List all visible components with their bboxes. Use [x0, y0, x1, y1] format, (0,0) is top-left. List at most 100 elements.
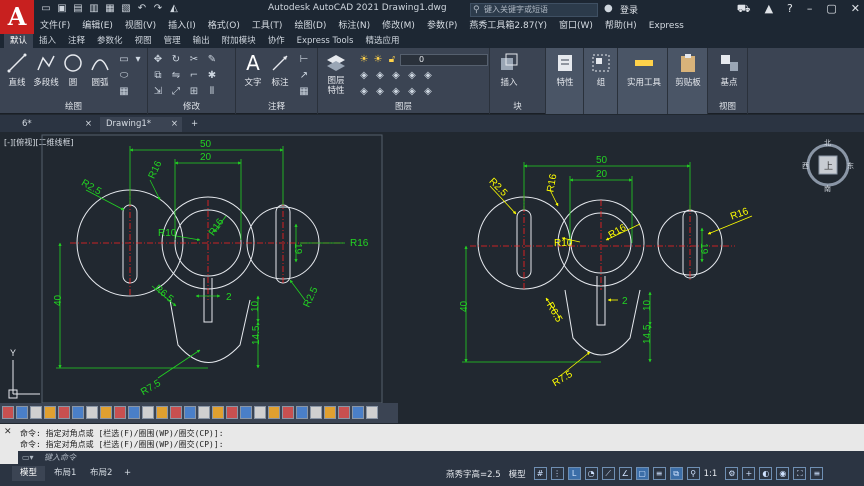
- redo-icon[interactable]: ↷: [152, 3, 164, 15]
- lineweight-icon[interactable]: ≡: [652, 467, 666, 480]
- search-input[interactable]: ⚲ 键入关键字或短语: [470, 3, 598, 17]
- dim-tool-button[interactable]: [324, 406, 336, 419]
- layer-on-icon[interactable]: ☀: [358, 54, 370, 66]
- block-group-title[interactable]: 块: [490, 100, 545, 112]
- insert-block-button[interactable]: 插入: [496, 52, 522, 88]
- close-button[interactable]: ✕: [851, 2, 860, 17]
- menu-item[interactable]: 编辑(E): [76, 18, 119, 34]
- layout-tab-layout2[interactable]: 布局2: [82, 466, 120, 481]
- dim-tool-button[interactable]: [198, 406, 210, 419]
- layer-uniso-icon[interactable]: ◈: [406, 70, 418, 82]
- dim-tool-button[interactable]: [72, 406, 84, 419]
- stretch-icon[interactable]: ⇲: [152, 86, 164, 98]
- application-menu-button[interactable]: A: [0, 0, 34, 34]
- model-space-button[interactable]: 模型: [509, 468, 526, 480]
- utilities-button[interactable]: 实用工具: [624, 52, 664, 88]
- viewcube-west[interactable]: 西: [802, 162, 809, 170]
- rectangle-icon[interactable]: ▭: [118, 54, 130, 66]
- hardware-accel-icon[interactable]: ◐: [759, 467, 773, 480]
- ribbon-tab[interactable]: 插入: [33, 34, 62, 48]
- osnap-icon[interactable]: ▢: [635, 467, 649, 480]
- cart-icon[interactable]: ⛟: [737, 2, 751, 17]
- viewcube-face[interactable]: 上: [824, 161, 833, 172]
- dim-tool-button[interactable]: [30, 406, 42, 419]
- layer-iso-icon[interactable]: ◈: [390, 70, 402, 82]
- view-group-title[interactable]: 视图: [708, 100, 747, 112]
- connect-icon[interactable]: ▲: [765, 2, 773, 17]
- close-tab-icon[interactable]: ×: [85, 117, 92, 132]
- menu-item[interactable]: 修改(M): [376, 18, 421, 34]
- ortho-icon[interactable]: L: [567, 467, 581, 480]
- dim-tool-button[interactable]: [352, 406, 364, 419]
- erase-icon[interactable]: ✎: [206, 54, 218, 66]
- file-tab-drawing1[interactable]: Drawing1* ×: [100, 117, 182, 132]
- login-button[interactable]: 登录: [620, 3, 638, 16]
- viewcube-south[interactable]: 南: [824, 184, 831, 193]
- array-icon[interactable]: ⊞: [188, 86, 200, 98]
- text-button[interactable]: A 文字: [242, 52, 264, 88]
- layer-lock-icon[interactable]: 🔓︎: [386, 54, 398, 66]
- menu-item[interactable]: 参数(P): [421, 18, 463, 34]
- modify-group-title[interactable]: 修改: [148, 100, 235, 112]
- ribbon-tab[interactable]: 默认: [4, 34, 34, 48]
- layer-merge-icon[interactable]: ◈: [374, 86, 386, 98]
- share-icon[interactable]: ◭: [168, 3, 180, 15]
- dim-tool-button[interactable]: [296, 406, 308, 419]
- scale-readout[interactable]: 1:1: [704, 469, 718, 479]
- offset-icon[interactable]: ⫴: [206, 86, 218, 98]
- explode-icon[interactable]: ✱: [206, 70, 218, 82]
- close-command-icon[interactable]: ✕: [4, 427, 12, 437]
- properties-button[interactable]: 特性: [552, 52, 578, 88]
- dim-tool-button[interactable]: [156, 406, 168, 419]
- text-height-readout[interactable]: 燕秀字高=2.5: [446, 468, 501, 480]
- dim-tool-button[interactable]: [184, 406, 196, 419]
- layer-freeze-icon[interactable]: ☀: [372, 54, 384, 66]
- file-tab-6[interactable]: 6* ×: [16, 117, 96, 132]
- layer-match-icon[interactable]: ◈: [358, 70, 370, 82]
- ribbon-tab[interactable]: 输出: [187, 34, 216, 48]
- dim-tool-button[interactable]: [170, 406, 182, 419]
- settings-icon[interactable]: ⚙: [725, 467, 739, 480]
- fullscreen-icon[interactable]: ⛶: [793, 467, 807, 480]
- viewcube-north[interactable]: 北: [824, 139, 831, 147]
- help-icon[interactable]: ?: [787, 2, 793, 17]
- dim-tool-button[interactable]: [226, 406, 238, 419]
- clipboard-button[interactable]: 剪贴板: [672, 52, 704, 88]
- layout-tab-layout1[interactable]: 布局1: [46, 466, 84, 481]
- dim-tool-button[interactable]: [86, 406, 98, 419]
- menu-item[interactable]: 燕秀工具箱2.87(Y): [463, 18, 553, 34]
- circle-button[interactable]: 圆: [62, 52, 84, 88]
- ribbon-tab[interactable]: 精选应用: [359, 34, 405, 48]
- viewcube[interactable]: 上 北 南 东 西: [802, 139, 854, 193]
- move-icon[interactable]: ✥: [152, 54, 164, 66]
- dim-tool-button[interactable]: [16, 406, 28, 419]
- scale-icon[interactable]: ⤢: [170, 86, 182, 98]
- save-icon[interactable]: ▤: [72, 3, 84, 15]
- layout-tab-model[interactable]: 模型: [12, 466, 46, 481]
- print-icon[interactable]: ▧: [120, 3, 132, 15]
- menu-item[interactable]: 窗口(W): [553, 18, 599, 34]
- copy-icon[interactable]: ⧉: [152, 70, 164, 82]
- minimize-button[interactable]: –: [807, 2, 813, 17]
- menu-item[interactable]: Express: [643, 18, 690, 34]
- menu-item[interactable]: 视图(V): [119, 18, 162, 34]
- ribbon-tab[interactable]: 注释: [62, 34, 91, 48]
- line-button[interactable]: 直线: [4, 52, 30, 88]
- ribbon-tab[interactable]: 参数化: [91, 34, 129, 48]
- layers-group-title[interactable]: 图层: [318, 100, 489, 112]
- dim-tool-button[interactable]: [44, 406, 56, 419]
- ribbon-tab[interactable]: 视图: [129, 34, 158, 48]
- menu-item[interactable]: 绘图(D): [288, 18, 332, 34]
- ribbon-tab[interactable]: 管理: [158, 34, 187, 48]
- undo-icon[interactable]: ↶: [136, 3, 148, 15]
- annotation-scale-icon[interactable]: ⚲: [686, 467, 700, 480]
- mirror-icon[interactable]: ⇋: [170, 70, 182, 82]
- maximize-button[interactable]: ▢: [826, 2, 836, 17]
- save-as-icon[interactable]: ▥: [88, 3, 100, 15]
- dim-tool-button[interactable]: [58, 406, 70, 419]
- dim-tool-button[interactable]: [2, 406, 14, 419]
- dim-tool-button[interactable]: [100, 406, 112, 419]
- dim-tool-button[interactable]: [128, 406, 140, 419]
- dim-tool-button[interactable]: [114, 406, 126, 419]
- dimension-button[interactable]: 标注: [268, 52, 292, 88]
